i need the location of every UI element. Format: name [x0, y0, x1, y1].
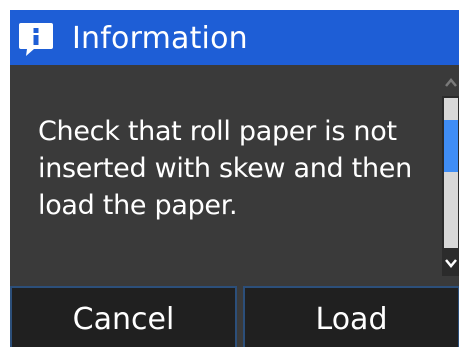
scrollbar[interactable]	[442, 70, 459, 276]
scroll-down-button[interactable]	[442, 250, 459, 276]
information-dialog: Information Check that roll paper is not…	[10, 10, 459, 347]
button-bar: Cancel Load	[10, 276, 459, 347]
scroll-up-button[interactable]	[442, 70, 459, 96]
load-button[interactable]: Load	[243, 286, 459, 347]
title-bar: Information	[10, 10, 459, 65]
cancel-button[interactable]: Cancel	[10, 286, 237, 347]
info-icon	[18, 21, 54, 57]
dialog-title: Information	[72, 21, 248, 56]
message-area: Check that roll paper is not inserted wi…	[10, 65, 440, 276]
chevron-up-icon	[445, 78, 457, 87]
chevron-down-icon	[445, 259, 457, 268]
message-text: Check that roll paper is not inserted wi…	[38, 116, 412, 221]
scroll-track[interactable]	[444, 98, 458, 248]
scroll-thumb[interactable]	[444, 120, 458, 172]
